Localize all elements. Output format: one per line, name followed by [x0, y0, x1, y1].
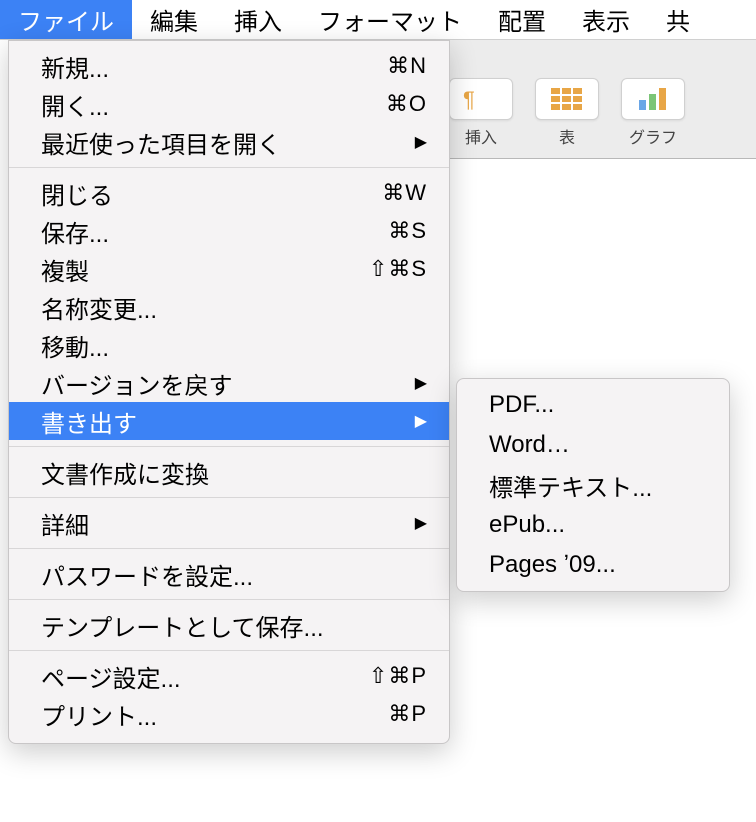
menu-item-label: 閉じる — [41, 176, 382, 211]
insert-icon: ¶ — [449, 78, 513, 120]
menu-item[interactable]: 閉じる⌘W — [9, 174, 449, 212]
menu-item[interactable]: 詳細▶ — [9, 504, 449, 542]
menubar-label: 挿入 — [234, 2, 282, 37]
menu-item[interactable]: 保存...⌘S — [9, 212, 449, 250]
toolbar-label: 挿入 — [465, 124, 497, 148]
menubar-label: 表示 — [582, 2, 630, 37]
menu-item[interactable]: 最近使った項目を開く▶ — [9, 123, 449, 161]
menu-item-shortcut: ⇧⌘S — [369, 256, 427, 282]
submenu-arrow-icon: ▶ — [415, 373, 427, 393]
menu-item[interactable]: 新規...⌘N — [9, 47, 449, 85]
menu-item-shortcut: ⌘W — [382, 180, 427, 206]
toolbar-table-button[interactable]: 表 — [528, 78, 606, 148]
menu-item-label: 詳細 — [41, 506, 415, 541]
menu-item-label: 開く... — [41, 87, 386, 122]
menubar-item-file[interactable]: ファイル — [0, 0, 132, 39]
submenu-item-label: PDF... — [489, 391, 707, 419]
menu-item[interactable]: ページ設定...⇧⌘P — [9, 657, 449, 695]
menubar-item-share[interactable]: 共 — [648, 0, 708, 39]
menu-separator — [9, 446, 449, 447]
menu-item-shortcut: ⌘N — [387, 53, 427, 79]
menubar: ファイル 編集 挿入 フォーマット 配置 表示 共 — [0, 0, 756, 40]
submenu-arrow-icon: ▶ — [415, 411, 427, 431]
menu-item[interactable]: 名称変更... — [9, 288, 449, 326]
menu-item-shortcut: ⌘S — [388, 218, 427, 244]
menu-item-label: 保存... — [41, 214, 388, 249]
submenu-arrow-icon: ▶ — [415, 132, 427, 152]
menubar-item-arrange[interactable]: 配置 — [480, 0, 564, 39]
submenu-item[interactable]: 標準テキスト... — [457, 465, 729, 505]
menubar-item-insert[interactable]: 挿入 — [216, 0, 300, 39]
menu-item-label: 新規... — [41, 49, 387, 84]
menubar-item-view[interactable]: 表示 — [564, 0, 648, 39]
toolbar-insert-button[interactable]: ¶ 挿入 — [442, 78, 520, 148]
menubar-label: ファイル — [18, 2, 114, 37]
menubar-label: フォーマット — [318, 2, 462, 37]
menu-item[interactable]: バージョンを戻す▶ — [9, 364, 449, 402]
menu-item-label: 文書作成に変換 — [41, 455, 427, 490]
menu-item[interactable]: 開く...⌘O — [9, 85, 449, 123]
menu-item-label: ページ設定... — [41, 659, 369, 694]
menu-item-label: 最近使った項目を開く — [41, 125, 415, 160]
menu-separator — [9, 599, 449, 600]
submenu-item[interactable]: ePub... — [457, 505, 729, 545]
chart-icon — [621, 78, 685, 120]
menu-item-label: 書き出す — [41, 404, 415, 439]
toolbar-chart-button[interactable]: グラフ — [614, 78, 692, 148]
submenu-item[interactable]: PDF... — [457, 385, 729, 425]
menu-item-label: 名称変更... — [41, 290, 427, 325]
menu-item-label: プリント... — [41, 697, 388, 732]
submenu-item-label: Word… — [489, 431, 707, 459]
export-submenu: PDF... Word… 標準テキスト... ePub... Pages ʼ09... — [456, 378, 730, 592]
menu-item-shortcut: ⌘P — [388, 701, 427, 727]
menubar-label: 編集 — [150, 2, 198, 37]
menu-item-label: バージョンを戻す — [41, 366, 415, 401]
submenu-item[interactable]: Word… — [457, 425, 729, 465]
menubar-label: 配置 — [498, 2, 546, 37]
toolbar: ¶ 挿入 表 グラフ — [436, 70, 756, 159]
menu-item-shortcut: ⇧⌘P — [369, 663, 427, 689]
menu-item-label: テンプレートとして保存... — [41, 608, 427, 643]
table-icon — [535, 78, 599, 120]
submenu-item-label: Pages ʼ09... — [489, 551, 707, 579]
file-menu-dropdown: 新規...⌘N開く...⌘O最近使った項目を開く▶閉じる⌘W保存...⌘S複製⇧… — [8, 40, 450, 744]
menu-item[interactable]: プリント...⌘P — [9, 695, 449, 733]
menu-item-label: 移動... — [41, 328, 427, 363]
menu-item-shortcut: ⌘O — [386, 91, 427, 117]
menu-item-label: 複製 — [41, 252, 369, 287]
menubar-item-format[interactable]: フォーマット — [300, 0, 480, 39]
menu-separator — [9, 548, 449, 549]
submenu-item-label: 標準テキスト... — [489, 468, 707, 503]
menu-separator — [9, 497, 449, 498]
submenu-item[interactable]: Pages ʼ09... — [457, 545, 729, 585]
menu-item[interactable]: テンプレートとして保存... — [9, 606, 449, 644]
menu-item[interactable]: 書き出す▶ — [9, 402, 449, 440]
toolbar-label: 表 — [559, 124, 575, 148]
submenu-item-label: ePub... — [489, 511, 707, 539]
toolbar-label: グラフ — [629, 124, 677, 148]
submenu-arrow-icon: ▶ — [415, 513, 427, 533]
menu-item-label: パスワードを設定... — [41, 557, 427, 592]
menu-item[interactable]: パスワードを設定... — [9, 555, 449, 593]
menu-item[interactable]: 移動... — [9, 326, 449, 364]
menu-item[interactable]: 文書作成に変換 — [9, 453, 449, 491]
menu-separator — [9, 167, 449, 168]
menu-separator — [9, 650, 449, 651]
svg-text:¶: ¶ — [463, 87, 475, 111]
menubar-label: 共 — [666, 2, 690, 37]
menu-item[interactable]: 複製⇧⌘S — [9, 250, 449, 288]
menubar-item-edit[interactable]: 編集 — [132, 0, 216, 39]
